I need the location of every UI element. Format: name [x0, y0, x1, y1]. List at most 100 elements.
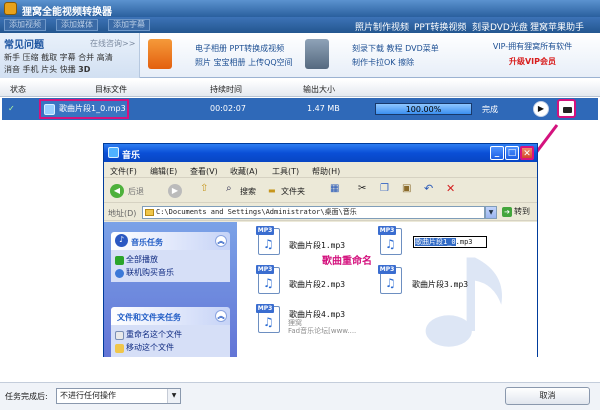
title-bar: 狸窝全能视频转换器 — [0, 0, 600, 18]
undo-icon[interactable]: ↶ — [424, 182, 433, 195]
menu-file[interactable]: 文件(F) — [110, 166, 137, 177]
address-dropdown-icon[interactable]: ▼ — [485, 206, 497, 219]
explorer-toolbar: ◀ 后退 ▶ ⇧ ⌕ 搜索 ▬ 文件夹 ▦ ✂ ❐ ▣ ↶ ✕ — [104, 179, 537, 203]
rename-annotation: 歌曲重命名 — [322, 256, 372, 267]
delete-icon[interactable]: ✕ — [446, 182, 455, 195]
folders-icon[interactable]: ▬ — [268, 186, 276, 195]
rename-file-link[interactable]: 重命名这个文件 — [126, 329, 182, 340]
globe-icon — [115, 269, 124, 278]
collapse-icon[interactable]: ︽ — [215, 235, 227, 247]
file-tasks-header[interactable]: 文件和文件夹任务 ︽ — [111, 307, 230, 325]
add-subtitle-button[interactable]: 添加字幕 — [108, 19, 150, 31]
move-file-link[interactable]: 移动这个文件 — [126, 342, 174, 353]
open-folder-button[interactable] — [557, 99, 576, 118]
goto-button[interactable]: ➔ 转到 — [502, 206, 535, 219]
play-all-link[interactable]: 全部播放 — [126, 254, 158, 265]
address-input[interactable]: C:\Documents and Settings\Administrator\… — [142, 206, 485, 219]
folder-icon — [563, 107, 572, 113]
menu-help[interactable]: 帮助(H) — [312, 166, 340, 177]
duration-value: 00:02:07 — [210, 104, 246, 113]
explorer-title: 音乐 — [122, 151, 141, 161]
mp3-file-icon[interactable]: MP3 ♫ — [256, 304, 280, 334]
menu-tools[interactable]: 工具(T) — [272, 166, 299, 177]
watermark-text: Fad音乐论坛[www.... — [288, 327, 357, 335]
forward-icon[interactable]: ▶ — [168, 184, 182, 198]
menu-ppt-video[interactable]: PPT转换视频 — [414, 20, 466, 33]
copy-icon[interactable]: ❐ — [380, 183, 389, 194]
mp3-file-icon[interactable]: MP3 ♫ — [256, 226, 280, 256]
add-media-button[interactable]: 添加媒体 — [56, 19, 98, 31]
play-button[interactable]: ▶ — [533, 101, 549, 117]
col-output-size: 输出大小 — [303, 85, 335, 94]
status-check-icon: ✓ — [8, 104, 15, 113]
after-task-label: 任务完成后: — [5, 392, 48, 401]
mp3-file-icon[interactable]: MP3 ♫ — [256, 265, 280, 295]
back-icon[interactable]: ◀ — [110, 184, 124, 198]
task-state: 完成 — [482, 105, 498, 114]
task-pane: ♪ 音乐任务 ︽ 全部播放 联机购买音乐 文件和文件夹任务 ︽ 重命名这个文件 … — [104, 222, 237, 357]
buy-music-link[interactable]: 联机购买音乐 — [126, 267, 174, 278]
menu-bar: 添加视频 添加媒体 添加字幕 照片制作视频 PPT转换视频 刻录DVD光盘 狸窝… — [0, 17, 600, 33]
menu-photo-video[interactable]: 照片制作视频 — [355, 20, 409, 33]
ppt-icon — [148, 39, 172, 69]
play-all-icon — [115, 256, 124, 265]
faq-links-row1[interactable]: 新手 压缩 截取 字幕 合并 高清 — [4, 52, 113, 63]
close-button[interactable]: ✕ — [520, 146, 534, 160]
cut-icon[interactable]: ✂ — [358, 183, 366, 194]
promo-dvd-line1[interactable]: 刻录下载 教程 DVD菜单 — [352, 43, 439, 54]
task-row[interactable]: ✓ 歌曲片段1_0.mp3 00:02:07 1.47 MB 100.00% 完… — [2, 98, 598, 120]
add-video-button[interactable]: 添加视频 — [4, 19, 46, 31]
address-label: 地址(D) — [108, 209, 137, 218]
music-note-icon: ♪ — [115, 234, 128, 247]
views-icon[interactable]: ▦ — [330, 183, 339, 194]
collapse-icon[interactable]: ︽ — [215, 310, 227, 322]
vip-link[interactable]: VIP-拥有狸窝所有软件 — [470, 41, 595, 52]
file-label-1[interactable]: 歌曲片段1.mp3 — [289, 240, 345, 251]
promo-dvd-line2[interactable]: 制作卡拉OK 擦除 — [352, 57, 414, 68]
mp3-file-icon[interactable]: MP3 ♫ — [378, 226, 402, 256]
file-label-3[interactable]: 歌曲片段3.mp3 — [412, 279, 468, 290]
col-target-file: 目标文件 — [95, 85, 127, 94]
size-value: 1.47 MB — [307, 104, 340, 113]
menu-view[interactable]: 查看(V) — [190, 166, 218, 177]
music-folder-icon — [108, 147, 119, 158]
search-icon[interactable]: ⌕ — [226, 183, 232, 194]
explorer-title-bar: 音乐 _ □ ✕ — [104, 144, 537, 162]
menu-edit[interactable]: 编辑(E) — [150, 166, 177, 177]
promo-album-line2[interactable]: 照片 宝宝相册 上传QQ空间 — [195, 57, 293, 68]
rename-icon — [115, 331, 124, 340]
music-file-icon — [44, 104, 55, 115]
target-file-name[interactable]: 歌曲片段1_0.mp3 — [39, 99, 129, 119]
promo-album-line1[interactable]: 电子相册 PPT转换成视频 — [195, 43, 284, 54]
search-button-label[interactable]: 搜索 — [240, 186, 256, 197]
chevron-down-icon[interactable]: ▼ — [167, 389, 180, 403]
vip-upgrade-link[interactable]: 升级VIP会员 — [470, 56, 595, 67]
mp3-file-icon[interactable]: MP3 ♫ — [378, 265, 402, 295]
back-button-label[interactable]: 后退 — [128, 186, 144, 197]
faq-panel: 常见问题 在线咨询>> 新手 压缩 截取 字幕 合并 高清 消音 手机 片头 快… — [0, 33, 140, 78]
rename-field[interactable]: 歌曲片段1_0.mp3 — [413, 236, 487, 248]
address-bar: 地址(D) C:\Documents and Settings\Administ… — [104, 204, 537, 221]
progress-text: 100.00% — [405, 105, 442, 114]
maximize-button[interactable]: □ — [505, 146, 519, 160]
faq-links-row2[interactable]: 消音 手机 片头 快播 3D — [4, 64, 90, 75]
col-duration: 持续时间 — [210, 85, 242, 94]
menu-apple-helper[interactable]: 狸窝苹果助手 — [530, 20, 584, 33]
promo-strip: 常见问题 在线咨询>> 新手 压缩 截取 字幕 合并 高清 消音 手机 片头 快… — [0, 33, 600, 78]
up-folder-icon[interactable]: ⇧ — [200, 183, 208, 194]
music-tasks-body: 全部播放 联机购买音乐 — [111, 250, 230, 282]
after-task-select[interactable]: 不进行任何操作 ▼ — [56, 388, 181, 404]
progress-bar: 100.00% — [375, 103, 472, 115]
move-icon — [115, 344, 124, 353]
folders-button-label[interactable]: 文件夹 — [281, 186, 305, 197]
menu-burn-dvd[interactable]: 刻录DVD光盘 — [472, 20, 528, 33]
music-tasks-header[interactable]: ♪ 音乐任务 ︽ — [111, 232, 230, 250]
explorer-menu-bar: 文件(F) 编辑(E) 查看(V) 收藏(A) 工具(T) 帮助(H) — [104, 163, 537, 178]
cancel-button[interactable]: 取消 — [505, 387, 590, 405]
goto-arrow-icon: ➔ — [502, 207, 512, 217]
menu-favorites[interactable]: 收藏(A) — [230, 166, 258, 177]
paste-icon[interactable]: ▣ — [402, 183, 411, 194]
minimize-button[interactable]: _ — [490, 146, 504, 160]
file-label-2[interactable]: 歌曲片段2.mp3 — [289, 279, 345, 290]
online-consult-link[interactable]: 在线咨询>> — [90, 38, 135, 49]
